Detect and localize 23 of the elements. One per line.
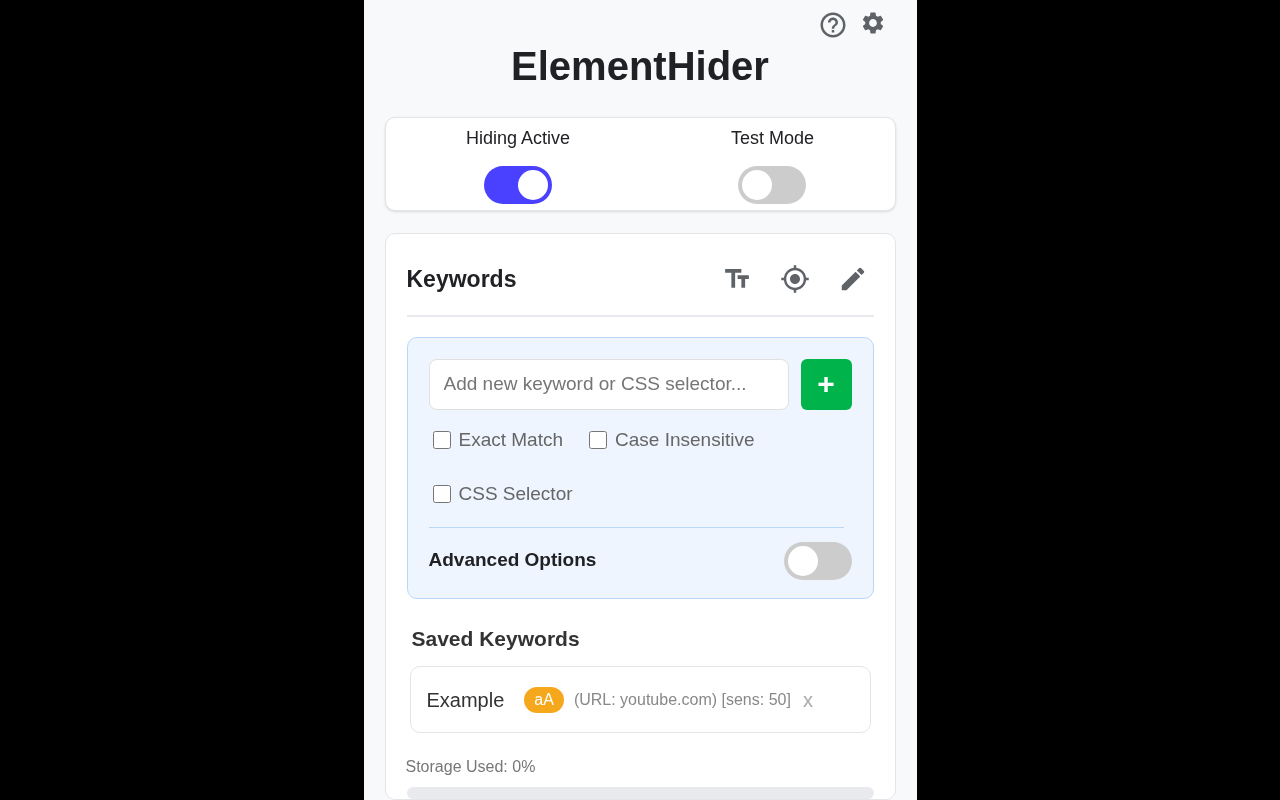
section-title: Keywords [406, 265, 517, 294]
storage-label: Storage Used: 0% [405, 757, 537, 777]
option-label: Case Insensitive [615, 427, 755, 452]
toggle-switch[interactable] [738, 165, 807, 204]
keyword-details: (URL: youtube.com) [sens: 50] [573, 689, 791, 710]
keyword-input[interactable]: Add new keyword or CSS selector... [428, 358, 789, 410]
option-label: Exact Match [458, 427, 564, 452]
case-badge: aA [524, 686, 564, 713]
option-checkbox[interactable] [589, 430, 608, 449]
advanced-options-label: Advanced Options [428, 548, 597, 573]
option-checkbox[interactable] [432, 485, 451, 504]
saved-keywords-title: Saved Keywords [411, 625, 581, 652]
add-button[interactable]: + [800, 358, 852, 410]
keyword-text: Example [426, 687, 505, 713]
toggle-label: Hiding Active [465, 126, 571, 150]
app-title: ElementHider [510, 46, 770, 86]
toggle-switch[interactable] [484, 165, 552, 204]
advanced-toggle[interactable] [783, 541, 852, 580]
option-label: CSS Selector [458, 482, 573, 506]
toggle-label: Test Mode [730, 126, 814, 150]
target-icon[interactable] [779, 264, 810, 295]
remove-button[interactable]: x [802, 684, 813, 715]
option-checkbox[interactable] [432, 430, 451, 449]
